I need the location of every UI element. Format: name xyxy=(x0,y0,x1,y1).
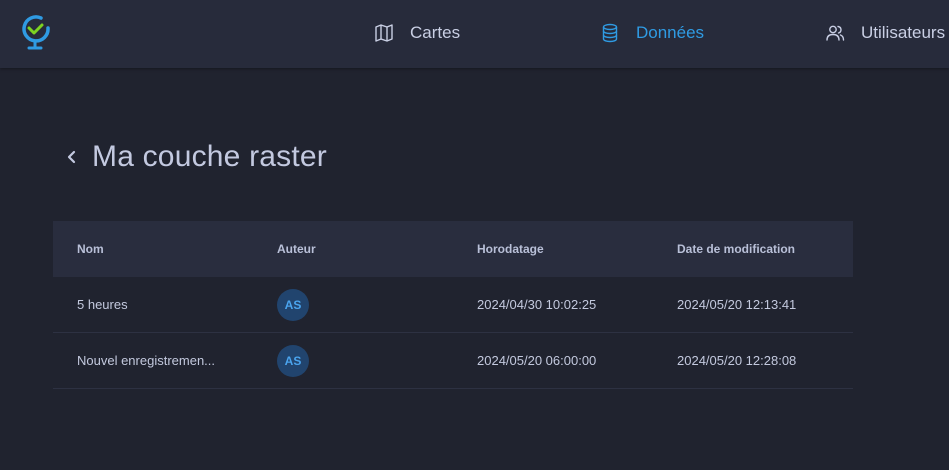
column-header-date-modification[interactable]: Date de modification xyxy=(677,242,795,256)
nav-item-label: Cartes xyxy=(410,23,461,42)
nav-item-cartes[interactable]: Cartes xyxy=(374,20,460,46)
records-table: Nom Auteur Horodatage Date de modificati… xyxy=(53,221,853,389)
column-header-nom[interactable]: Nom xyxy=(77,242,104,256)
record-timestamp: 2024/05/20 06:00:00 xyxy=(477,353,597,368)
database-icon xyxy=(600,23,620,43)
page-header: Ma couche raster xyxy=(66,140,327,174)
top-navigation-bar: Cartes Données Utilisateurs xyxy=(0,0,949,68)
author-avatar: AS xyxy=(277,288,309,321)
users-icon xyxy=(825,23,845,43)
column-header-horodatage[interactable]: Horodatage xyxy=(477,242,544,256)
map-icon xyxy=(374,23,394,43)
table-header: Nom Auteur Horodatage Date de modificati… xyxy=(53,221,853,277)
nav-item-label: Utilisateurs xyxy=(861,23,946,42)
table-row[interactable]: 5 heures AS 2024/04/30 10:02:25 2024/05/… xyxy=(53,277,853,333)
nav-item-label: Données xyxy=(636,23,705,42)
app-logo-icon[interactable] xyxy=(20,14,52,52)
back-chevron-icon[interactable] xyxy=(66,142,82,172)
author-avatar: AS xyxy=(277,344,309,377)
column-header-auteur[interactable]: Auteur xyxy=(277,242,316,256)
record-name: Nouvel enregistremen... xyxy=(77,353,216,368)
record-name: 5 heures xyxy=(77,297,128,312)
page-title: Ma couche raster xyxy=(92,140,327,173)
table-row[interactable]: Nouvel enregistremen... AS 2024/05/20 06… xyxy=(53,333,853,389)
record-timestamp: 2024/04/30 10:02:25 xyxy=(477,297,597,312)
record-modified-date: 2024/05/20 12:28:08 xyxy=(677,353,797,368)
nav-item-donnees[interactable]: Données xyxy=(600,20,704,46)
record-modified-date: 2024/05/20 12:13:41 xyxy=(677,297,797,312)
nav-item-utilisateurs[interactable]: Utilisateurs xyxy=(825,20,945,46)
